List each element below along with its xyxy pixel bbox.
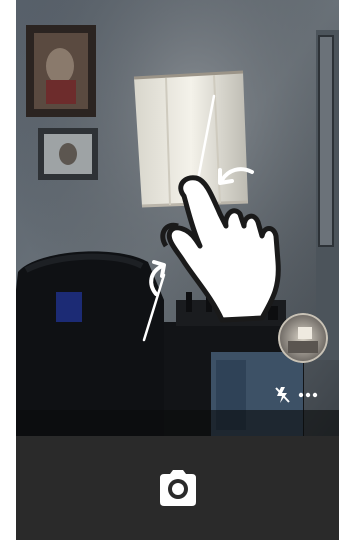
flash-off-button[interactable]	[270, 382, 296, 408]
more-horizontal-icon	[298, 392, 318, 398]
shutter-button[interactable]	[156, 468, 200, 508]
camera-controls-bar	[16, 436, 339, 540]
camera-screen	[16, 0, 339, 540]
preview-scene	[16, 0, 339, 436]
more-options-button[interactable]	[294, 382, 324, 408]
camera-preview[interactable]	[16, 0, 339, 436]
gallery-thumbnail-image	[278, 313, 328, 363]
gallery-thumbnail[interactable]	[278, 313, 328, 363]
flash-off-icon	[275, 387, 290, 403]
camera-icon	[160, 470, 196, 506]
